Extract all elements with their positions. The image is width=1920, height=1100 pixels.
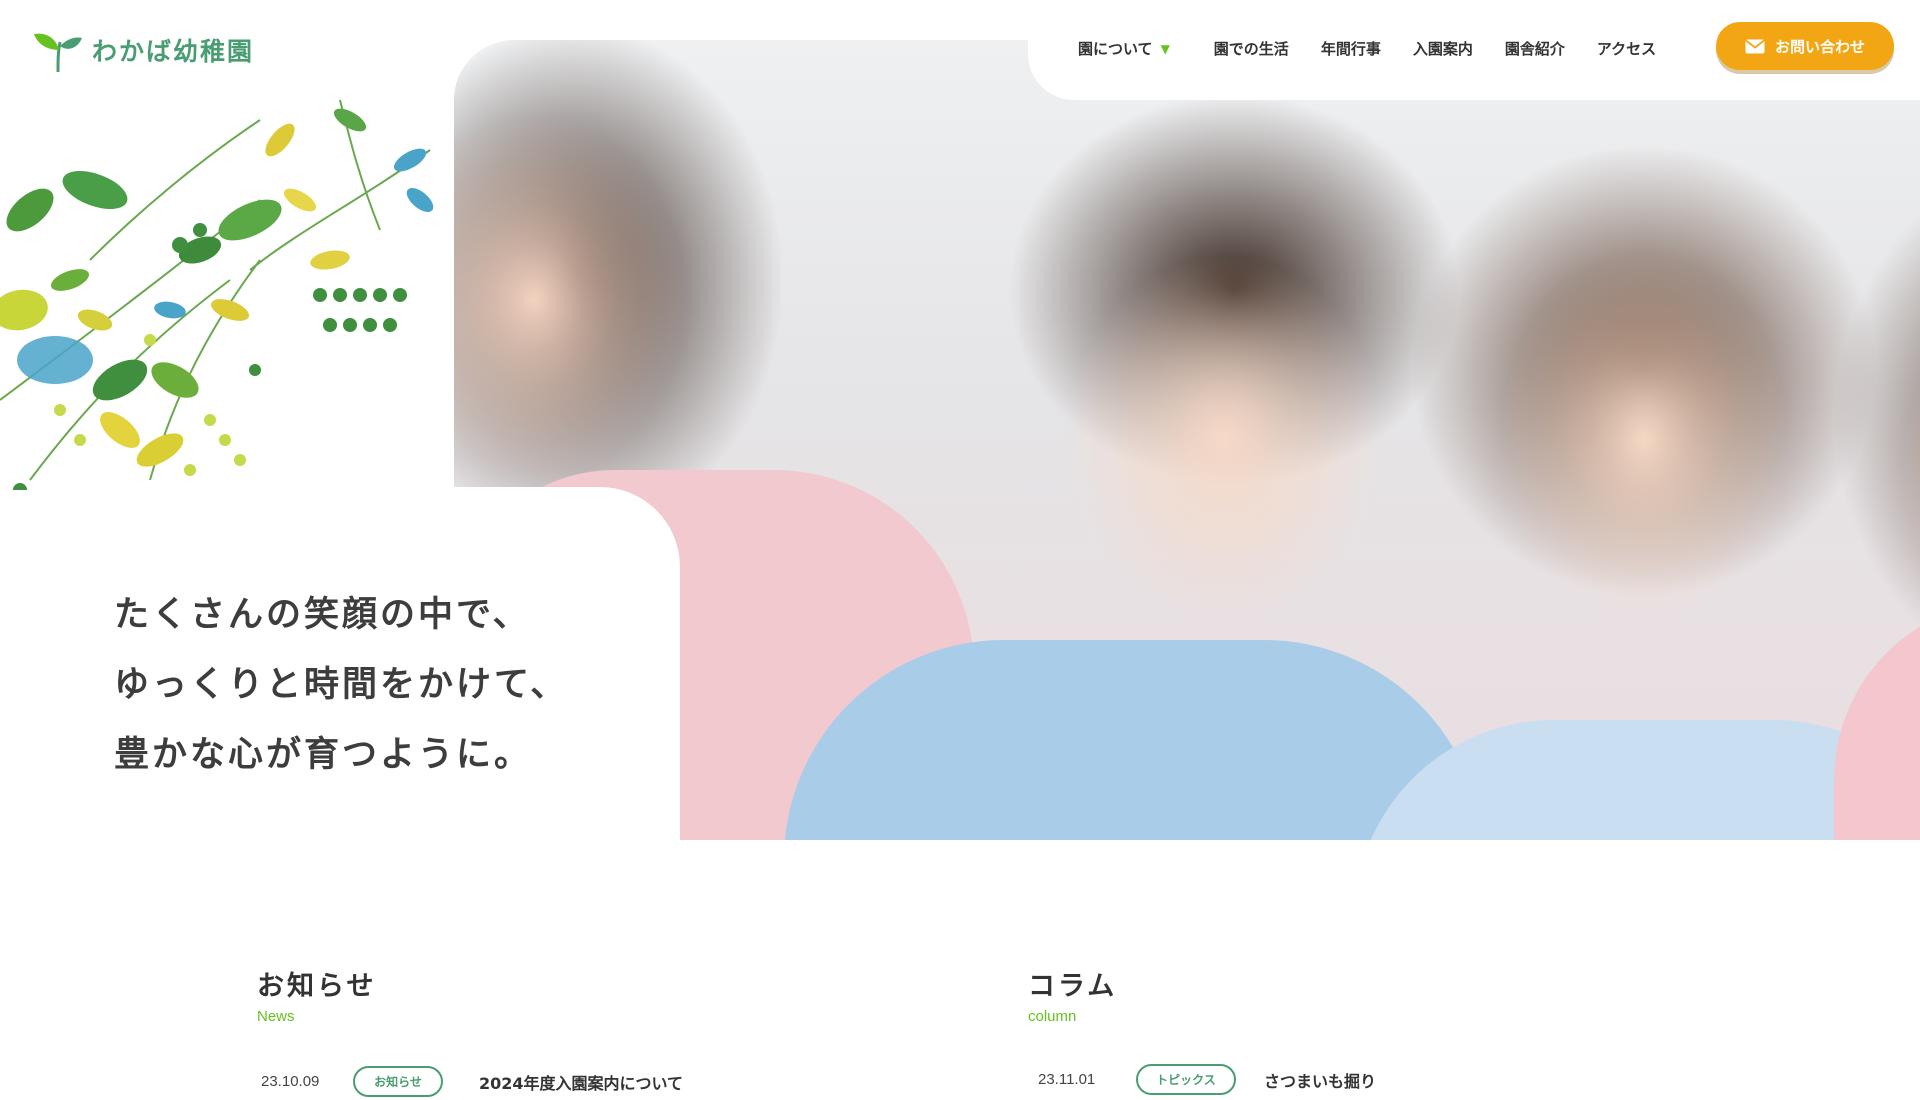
post-date: 23.11.01 [1038,1071,1096,1088]
child-smock-pink-right [1834,600,1920,840]
logo-text: わかば幼稚園 [92,37,255,66]
news-subtitle: News [257,1008,295,1025]
nav-item-label: 園舎紹介 [1504,40,1565,58]
contact-button-label: お問い合わせ [1774,37,1865,56]
catch-line-3: 豊かな心が育つように。 [114,735,533,775]
nav-item-label: 入園案内 [1412,40,1473,58]
category-badge: トピックス [1136,1064,1236,1095]
news-list-item[interactable]: 23.10.09 お知らせ 2024年度入園案内について [257,1066,683,1097]
leaves-illustration [0,99,434,490]
chevron-down-icon: ▼ [1160,41,1170,56]
catch-line-1: たくさんの笑顔の中で、 [114,595,531,635]
contact-button[interactable]: お問い合わせ [1716,22,1894,70]
nav-item-about[interactable]: 園について ▼ [1078,38,1170,59]
nav-item-admission[interactable]: 入園案内 [1413,38,1473,59]
hero-catch-copy: たくさんの笑顔の中で、 ゆっくりと時間をかけて、 豊かな心が育つように。 [114,580,568,790]
news-title: お知らせ [257,971,377,1002]
catch-line-2: ゆっくりと時間をかけて、 [114,665,569,705]
nav-item-facilities[interactable]: 園舎紹介 [1505,38,1565,59]
nav-item-label: 園での生活 [1213,40,1289,58]
nav-item-label: 年間行事 [1320,40,1381,58]
post-date: 23.10.09 [261,1073,320,1090]
nav-item-events[interactable]: 年間行事 [1321,38,1381,59]
nav-item-label: アクセス [1596,40,1657,58]
category-badge: お知らせ [353,1066,443,1097]
sprout-icon [34,33,82,72]
nav-item-access[interactable]: アクセス [1597,38,1656,59]
column-subtitle: column [1028,1008,1077,1025]
global-nav: 園について ▼ 園での生活 年間行事 入園案内 園舎紹介 アクセス [1078,38,1656,59]
column-list-item[interactable]: 23.11.01 トピックス さつまいも掘り [1028,1064,1376,1095]
mail-icon [1745,39,1765,53]
nav-item-label: 園について [1078,40,1153,58]
nav-item-life[interactable]: 園での生活 [1214,38,1289,59]
site-logo[interactable]: わかば幼稚園 [32,28,254,72]
post-title: さつまいも掘り [1264,1071,1377,1091]
column-title: コラム [1028,971,1118,1002]
post-title: 2024年度入園案内について [479,1073,684,1093]
